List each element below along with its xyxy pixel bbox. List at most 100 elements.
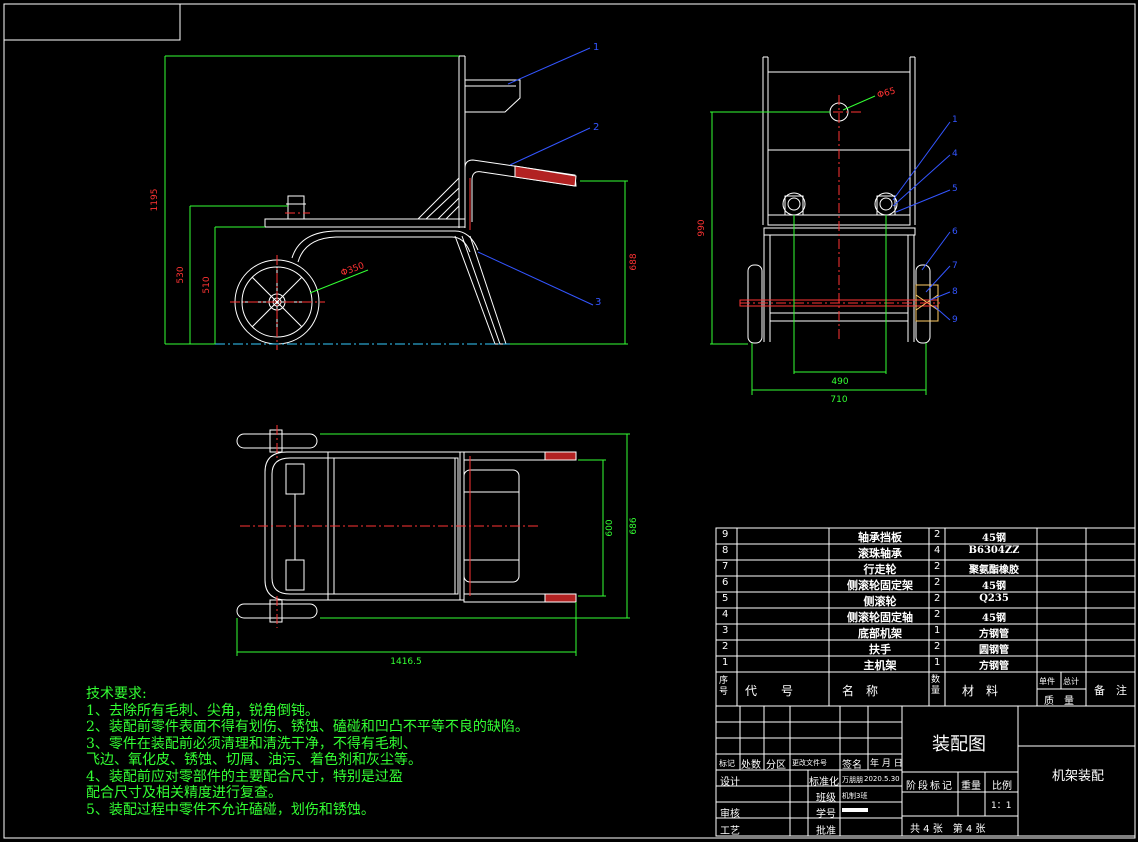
side-dim-h3: 510 (202, 276, 212, 293)
end-dim-height: 990 (697, 219, 707, 236)
class-label: 班级 (816, 793, 836, 804)
side-balloon-2: 2 (593, 122, 599, 133)
bom-cell-material: 圆钢管 (979, 645, 1009, 656)
drawing-name: 机架装配 (1052, 769, 1105, 784)
scale-value: 1：1 (991, 801, 1012, 811)
bom-cell-name: 侧滚轮固定轴 (847, 611, 913, 624)
bom-cell-name: 滚珠轴承 (858, 547, 902, 560)
bom-cell-material: 45钢 (982, 613, 1006, 624)
end-balloon-6: 6 (952, 227, 958, 237)
bom-cell-material: 方钢管 (979, 629, 1009, 640)
bom-cell-qty: 2 (934, 577, 941, 588)
end-balloon-5: 5 (952, 184, 958, 194)
standardization-label: 标准化 (809, 777, 839, 788)
end-balloon-8: 8 (952, 287, 958, 297)
bom-cell-qty: 1 (934, 657, 941, 668)
bom-header-single: 单件 (1039, 677, 1055, 686)
design-date: 2020.5.30 (864, 775, 900, 783)
side-view-centerlines (230, 212, 325, 350)
bom-cell-qty: 2 (934, 609, 941, 620)
bom-cell-name: 行走轮 (863, 563, 897, 576)
plan-handle-grip-bottom (544, 593, 577, 603)
plan-dim-w1: 600 (605, 519, 615, 536)
bom-header-name: 名 称 (842, 684, 879, 698)
designer-name: 万朋朋 (842, 776, 863, 784)
notes-title: 技术要求: (86, 686, 147, 702)
bom-cell-name: 主机架 (863, 659, 897, 672)
notes-line-1: 1、去除所有毛刺、尖角，锐角倒钝。 (86, 702, 319, 719)
bom-header-total: 总计 (1063, 677, 1079, 686)
bom-cell-material: 聚氨酯橡胶 (969, 565, 1019, 576)
side-view-dims (164, 55, 628, 345)
bom-cell-name: 底部机架 (858, 627, 902, 640)
plan-view-dims (236, 433, 630, 656)
end-balloon-7: 7 (952, 261, 958, 271)
student-no-label: 学号 (816, 809, 836, 820)
bom-cell-qty: 2 (934, 593, 941, 604)
notes-line-4: 飞边、氧化皮、锈蚀、切屑、油污、着色剂和灰尘等。 (86, 752, 422, 768)
plan-dim-w2: 686 (629, 517, 639, 534)
side-dim-h4: 688 (629, 253, 639, 270)
notes-line-6: 配合尺寸及相关精度进行复查。 (86, 785, 282, 801)
bom-cell-material: 45钢 (982, 533, 1006, 544)
end-balloon-4: 4 (952, 149, 958, 159)
bom-cell-no: 4 (722, 609, 729, 620)
bom-cell-name: 扶手 (869, 643, 891, 656)
class-value: 机制3班 (842, 792, 868, 800)
bom-header-remark: 备 注 (1094, 684, 1127, 697)
bom-cell-name: 轴承挡板 (858, 531, 902, 544)
bom-cell-no: 9 (722, 529, 729, 540)
bom-cell-qty: 2 (934, 529, 941, 540)
stage-mark-label: 阶段标记 (906, 781, 954, 792)
plan-handle-grip-top (544, 451, 577, 461)
bom-header-material: 材 料 (962, 684, 999, 698)
rev-header-count: 处数 (741, 760, 761, 771)
bom-cell-no: 1 (722, 657, 729, 668)
side-balloon-1: 1 (593, 42, 599, 53)
end-balloon-1: 1 (952, 115, 958, 125)
notes-line-7: 5、装配过程中零件不允许磕碰，划伤和锈蚀。 (86, 801, 375, 818)
bom-cell-no: 3 (722, 625, 729, 636)
bom-cell-no: 5 (722, 593, 729, 604)
bom-header-mass: 质 量 (1044, 696, 1074, 707)
bom-header-code: 代 号 (745, 684, 794, 698)
bom-header-qty: 数量 (931, 675, 941, 696)
plan-view-centerlines (240, 425, 540, 628)
bom-cell-qty: 1 (934, 625, 941, 636)
rev-header-file: 更改文件号 (792, 759, 827, 767)
notes-line-2: 2、装配前零件表面不得有划伤、锈蚀、磕碰和凹凸不平等不良的缺陷。 (86, 719, 529, 735)
bom-cell-name: 侧滚轮固定架 (847, 579, 913, 592)
sheet-count: 共 4 张 第 4 张 (910, 824, 986, 835)
student-no-bar (842, 808, 868, 812)
bom-cell-no: 2 (722, 641, 729, 652)
review-label: 审核 (720, 809, 740, 820)
rev-header-zone: 分区 (766, 760, 786, 771)
side-balloon-3: 3 (595, 297, 601, 308)
notes-line-3: 3、零件在装配前必须清理和清洗干净，不得有毛刺、 (86, 735, 417, 752)
plan-dim-length: 1416.5 (390, 657, 422, 667)
bom-row-lines (716, 543, 1135, 657)
corner-box (3, 3, 181, 41)
rev-header-mark: 标记 (719, 759, 735, 768)
bom-cell-material: Q235 (979, 593, 1009, 604)
rev-header-date: 年 月 日 (870, 759, 903, 769)
end-dim-w1: 490 (831, 377, 848, 387)
bom-header-no: 序号 (719, 676, 729, 697)
bom-cell-no: 7 (722, 561, 729, 572)
scale-label: 比例 (992, 781, 1012, 792)
bom-cell-qty: 2 (934, 561, 941, 572)
technical-requirements: 技术要求: 1、去除所有毛刺、尖角，锐角倒钝。 2、装配前零件表面不得有划伤、锈… (86, 686, 529, 818)
rev-header-sign: 签名 (842, 760, 862, 771)
process-label: 工艺 (720, 826, 740, 837)
bom-cell-no: 8 (722, 545, 729, 556)
notes-line-5: 4、装配前应对零部件的主要配合尺寸，特别是过盈 (86, 768, 403, 785)
end-dim-w2: 710 (830, 395, 847, 405)
bom-cell-no: 6 (722, 577, 729, 588)
side-dim-h2: 530 (176, 266, 186, 283)
weight-label: 重量 (961, 781, 981, 792)
approve-label: 批准 (816, 826, 836, 837)
end-dim-hole: Φ65 (876, 86, 897, 100)
end-view-leaders (892, 121, 951, 321)
end-view-dims (710, 95, 927, 395)
bom-cell-material: 方钢管 (979, 661, 1009, 672)
